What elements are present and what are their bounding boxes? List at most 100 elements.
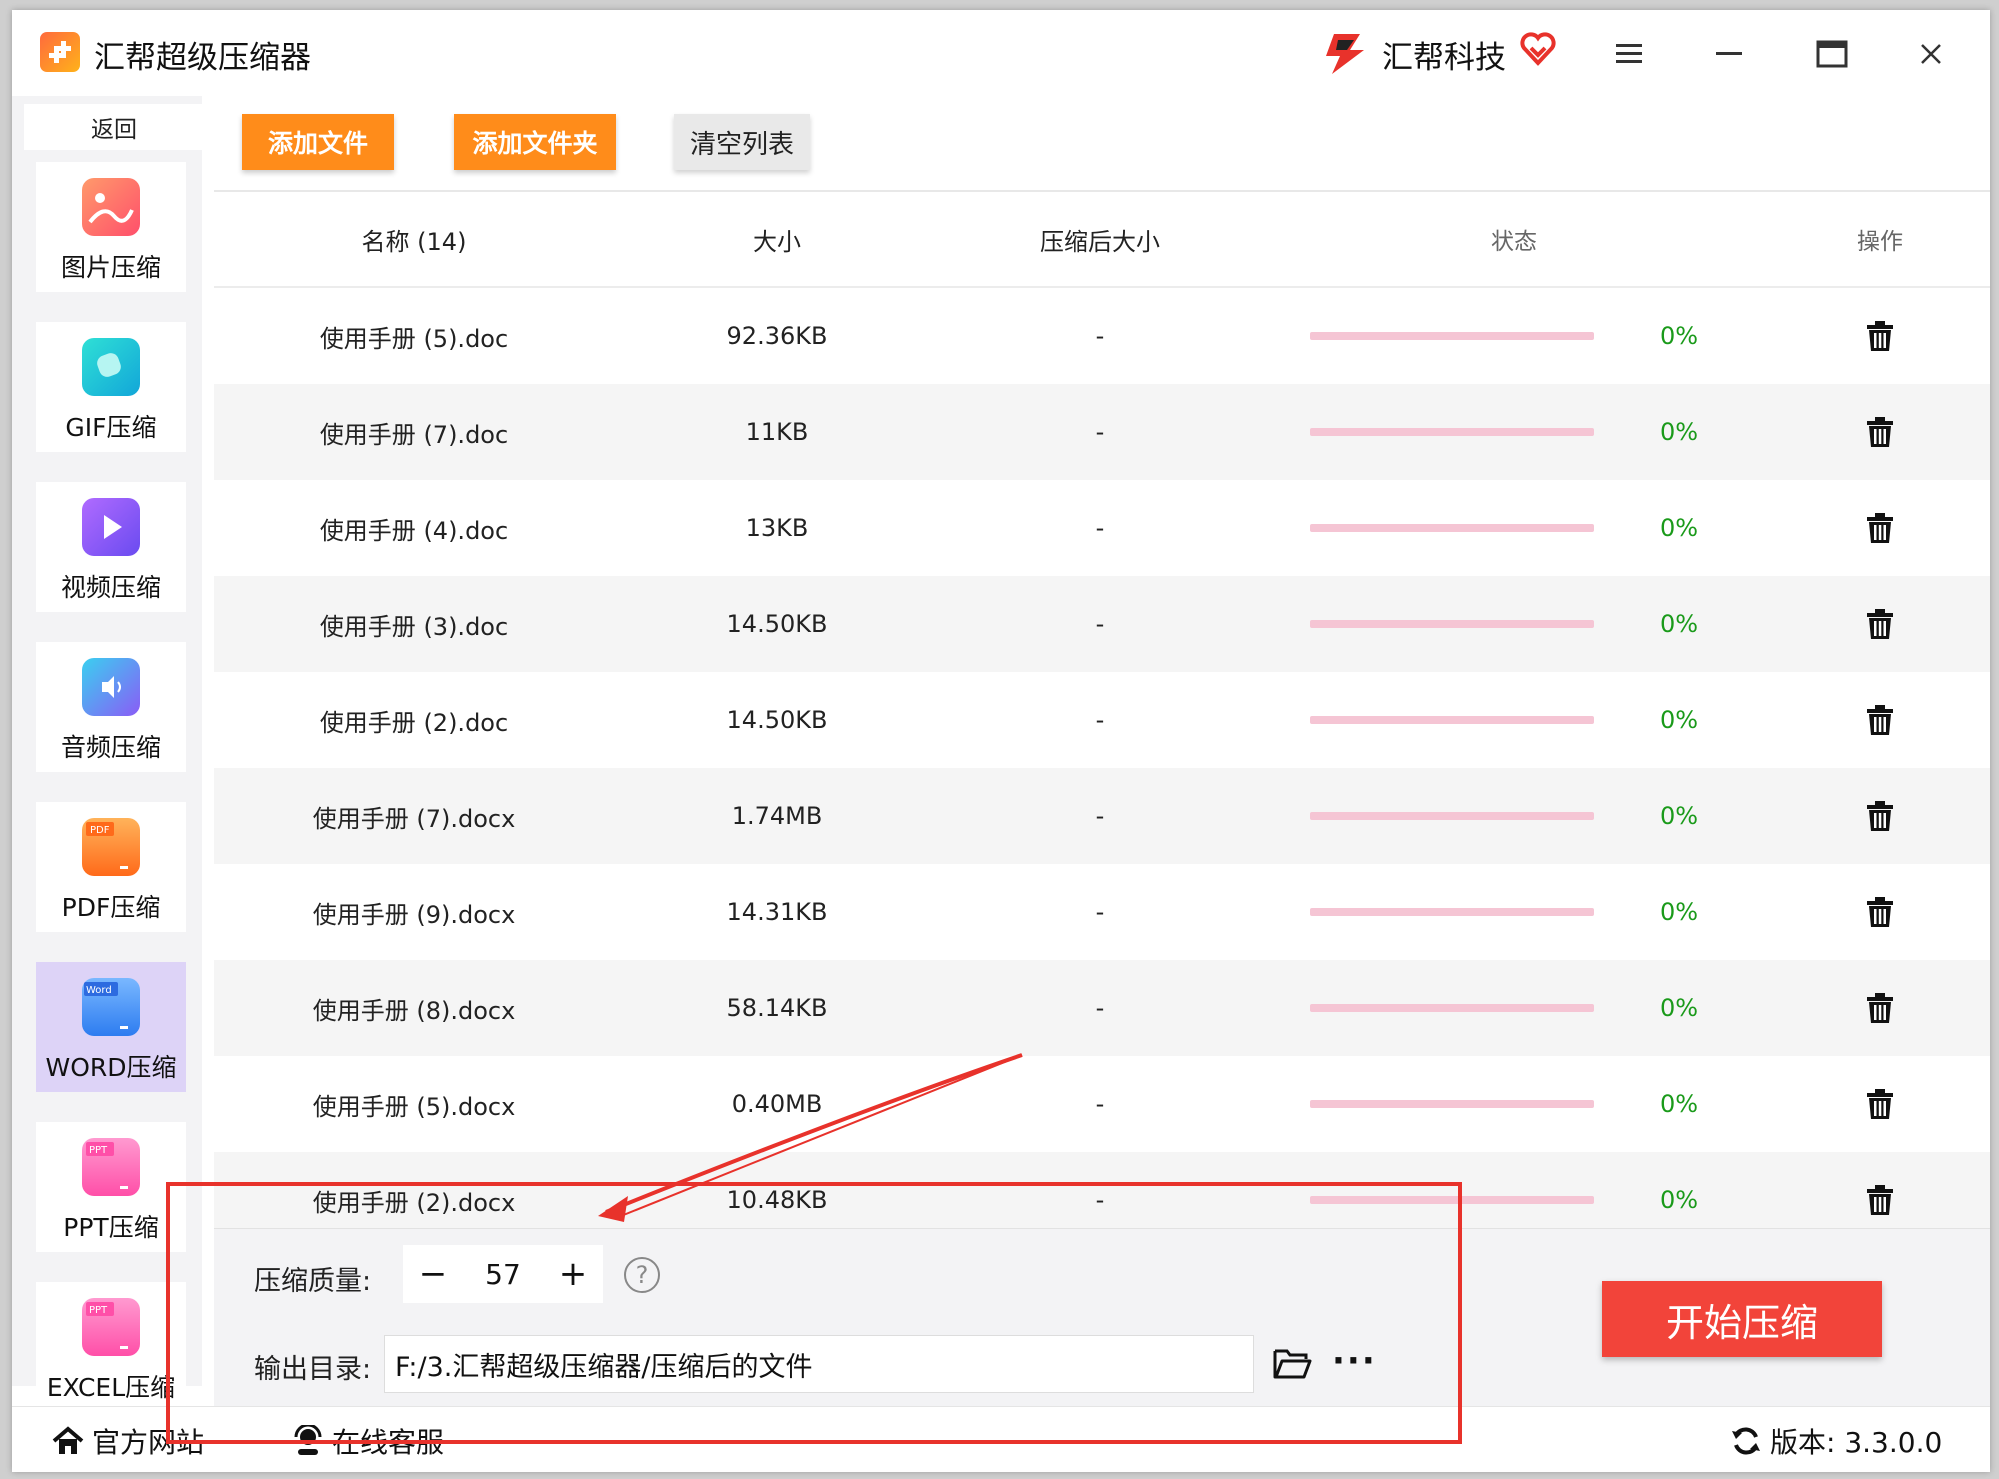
delete-cell xyxy=(1768,1088,1968,1120)
table-row[interactable]: 使用手册 (7).docx 1.74MB - 0% xyxy=(214,768,1990,864)
settings-panel: 压缩质量: − 57 + ? 输出目录: F:/3.汇帮超级压缩器/压缩后的文件… xyxy=(214,1228,1990,1406)
compressed-size: - xyxy=(1095,802,1105,830)
svg-text:PPT: PPT xyxy=(89,1305,108,1316)
table-body: 使用手册 (5).doc 92.36KB - 0% 使用手册 (7).doc 11KB - 0… xyxy=(214,288,1990,1230)
more-icon[interactable]: ··· xyxy=(1332,1341,1377,1381)
maximize-icon[interactable] xyxy=(1812,34,1852,74)
progress-bar-cell xyxy=(1260,524,1660,532)
svg-text:PPT: PPT xyxy=(89,1145,108,1156)
sidebar-item-pdf[interactable]: PDF PDF压缩 xyxy=(36,802,186,932)
help-icon[interactable]: ? xyxy=(624,1257,660,1293)
add-file-button[interactable]: 添加文件 xyxy=(242,114,394,170)
output-path-field[interactable]: F:/3.汇帮超级压缩器/压缩后的文件 xyxy=(384,1335,1254,1393)
trash-icon[interactable] xyxy=(1866,1184,1894,1216)
trash-icon[interactable] xyxy=(1866,704,1894,736)
add-folder-button[interactable]: 添加文件夹 xyxy=(454,114,616,170)
refresh-icon[interactable] xyxy=(1730,1425,1762,1457)
sidebar-item-video[interactable]: 视频压缩 xyxy=(36,482,186,612)
sidebar-item-audio[interactable]: 音频压缩 xyxy=(36,642,186,772)
table-row[interactable]: 使用手册 (2).docx 10.48KB - 0% xyxy=(214,1152,1990,1230)
table-row[interactable]: 使用手册 (5).docx 0.40MB - 0% xyxy=(214,1056,1990,1152)
app-title: 汇帮超级压缩器 xyxy=(94,40,311,76)
title-bar: 汇帮超级压缩器 汇帮科技 xyxy=(12,10,1990,96)
delete-cell xyxy=(1768,608,1968,640)
online-support-link[interactable]: 在线客服 xyxy=(292,1421,444,1461)
excel-icon: PPT xyxy=(82,1298,140,1356)
progress-percent: 0% xyxy=(1660,1090,1699,1118)
heart-icon[interactable] xyxy=(1520,32,1556,66)
back-button[interactable]: 返回 xyxy=(24,104,204,150)
sidebar: 返回 图片压缩 GIF压缩 视频压缩 音频压缩 PDF PDF压缩 Word W… xyxy=(12,96,204,1412)
header-op: 操作 xyxy=(1857,229,1903,255)
decrease-button[interactable]: − xyxy=(403,1245,463,1303)
progress-percent: 0% xyxy=(1660,802,1699,830)
progress-bar-cell xyxy=(1260,1004,1660,1012)
table-row[interactable]: 使用手册 (7).doc 11KB - 0% xyxy=(214,384,1990,480)
increase-button[interactable]: + xyxy=(543,1245,603,1303)
file-name: 使用手册 (3).doc xyxy=(319,612,509,641)
trash-icon[interactable] xyxy=(1866,800,1894,832)
image-icon xyxy=(82,178,140,236)
menu-icon[interactable] xyxy=(1609,34,1649,74)
sidebar-item-label: 视频压缩 xyxy=(60,573,161,602)
file-name: 使用手册 (2).doc xyxy=(319,708,509,737)
version-info: 版本: 3.3.0.0 xyxy=(1730,1421,1942,1461)
quality-label: 压缩质量: xyxy=(254,1266,372,1297)
progress-bar xyxy=(1310,1004,1594,1012)
progress-bar-cell xyxy=(1260,1196,1660,1204)
clear-list-button[interactable]: 清空列表 xyxy=(674,114,810,170)
official-site-link[interactable]: 官方网站 xyxy=(52,1421,204,1461)
sidebar-item-ppt[interactable]: PPT PPT压缩 xyxy=(36,1122,186,1252)
trash-icon[interactable] xyxy=(1866,608,1894,640)
table-row[interactable]: 使用手册 (9).docx 14.31KB - 0% xyxy=(214,864,1990,960)
trash-icon[interactable] xyxy=(1866,896,1894,928)
sidebar-item-word[interactable]: Word WORD压缩 xyxy=(36,962,186,1092)
table-row[interactable]: 使用手册 (3).doc 14.50KB - 0% xyxy=(214,576,1990,672)
file-size: 14.50KB xyxy=(726,706,828,734)
minimize-icon[interactable] xyxy=(1709,34,1749,74)
compressed-size: - xyxy=(1095,994,1105,1022)
trash-icon[interactable] xyxy=(1866,1088,1894,1120)
quality-stepper: − 57 + xyxy=(403,1245,603,1303)
progress-percent: 0% xyxy=(1660,610,1699,638)
app-logo-icon xyxy=(40,32,80,72)
sidebar-item-image[interactable]: 图片压缩 xyxy=(36,162,186,292)
sidebar-item-label: 音频压缩 xyxy=(60,733,161,762)
trash-icon[interactable] xyxy=(1866,320,1894,352)
sidebar-item-gif[interactable]: GIF压缩 xyxy=(36,322,186,452)
compressed-size: - xyxy=(1095,322,1105,350)
progress-percent: 0% xyxy=(1660,706,1699,734)
progress-bar xyxy=(1310,1100,1594,1108)
compressed-size: - xyxy=(1095,706,1105,734)
progress-bar-cell xyxy=(1260,716,1660,724)
sidebar-item-label: EXCEL压缩 xyxy=(46,1373,176,1402)
header-name[interactable]: 名称 (14) xyxy=(214,222,614,257)
progress-percent: 0% xyxy=(1660,994,1699,1022)
start-compress-button[interactable]: 开始压缩 xyxy=(1602,1281,1882,1357)
progress-percent: 0% xyxy=(1660,1186,1699,1214)
online-support-label: 在线客服 xyxy=(332,1426,445,1459)
delete-cell xyxy=(1768,512,1968,544)
progress-percent: 0% xyxy=(1660,898,1699,926)
folder-icon[interactable] xyxy=(1272,1345,1312,1381)
progress-percent: 0% xyxy=(1660,514,1699,542)
header-after-size[interactable]: 压缩后大小 xyxy=(940,222,1260,257)
file-name: 使用手册 (2).docx xyxy=(312,1188,516,1217)
status-bar: 官方网站 在线客服 版本: 3.3.0.0 xyxy=(12,1406,1990,1472)
close-icon[interactable] xyxy=(1911,34,1951,74)
table-row[interactable]: 使用手册 (2).doc 14.50KB - 0% xyxy=(214,672,1990,768)
file-size: 14.31KB xyxy=(726,898,828,926)
trash-icon[interactable] xyxy=(1866,512,1894,544)
progress-bar-cell xyxy=(1260,1100,1660,1108)
official-site-label: 官方网站 xyxy=(92,1426,205,1459)
trash-icon[interactable] xyxy=(1866,416,1894,448)
progress-bar xyxy=(1310,620,1594,628)
table-row[interactable]: 使用手册 (5).doc 92.36KB - 0% xyxy=(214,288,1990,384)
sidebar-item-excel[interactable]: PPT EXCEL压缩 xyxy=(36,1282,186,1412)
file-size: 11KB xyxy=(745,418,809,446)
header-size[interactable]: 大小 xyxy=(614,222,940,257)
trash-icon[interactable] xyxy=(1866,992,1894,1024)
table-row[interactable]: 使用手册 (4).doc 13KB - 0% xyxy=(214,480,1990,576)
table-row[interactable]: 使用手册 (8).docx 58.14KB - 0% xyxy=(214,960,1990,1056)
quality-value[interactable]: 57 xyxy=(463,1258,543,1291)
